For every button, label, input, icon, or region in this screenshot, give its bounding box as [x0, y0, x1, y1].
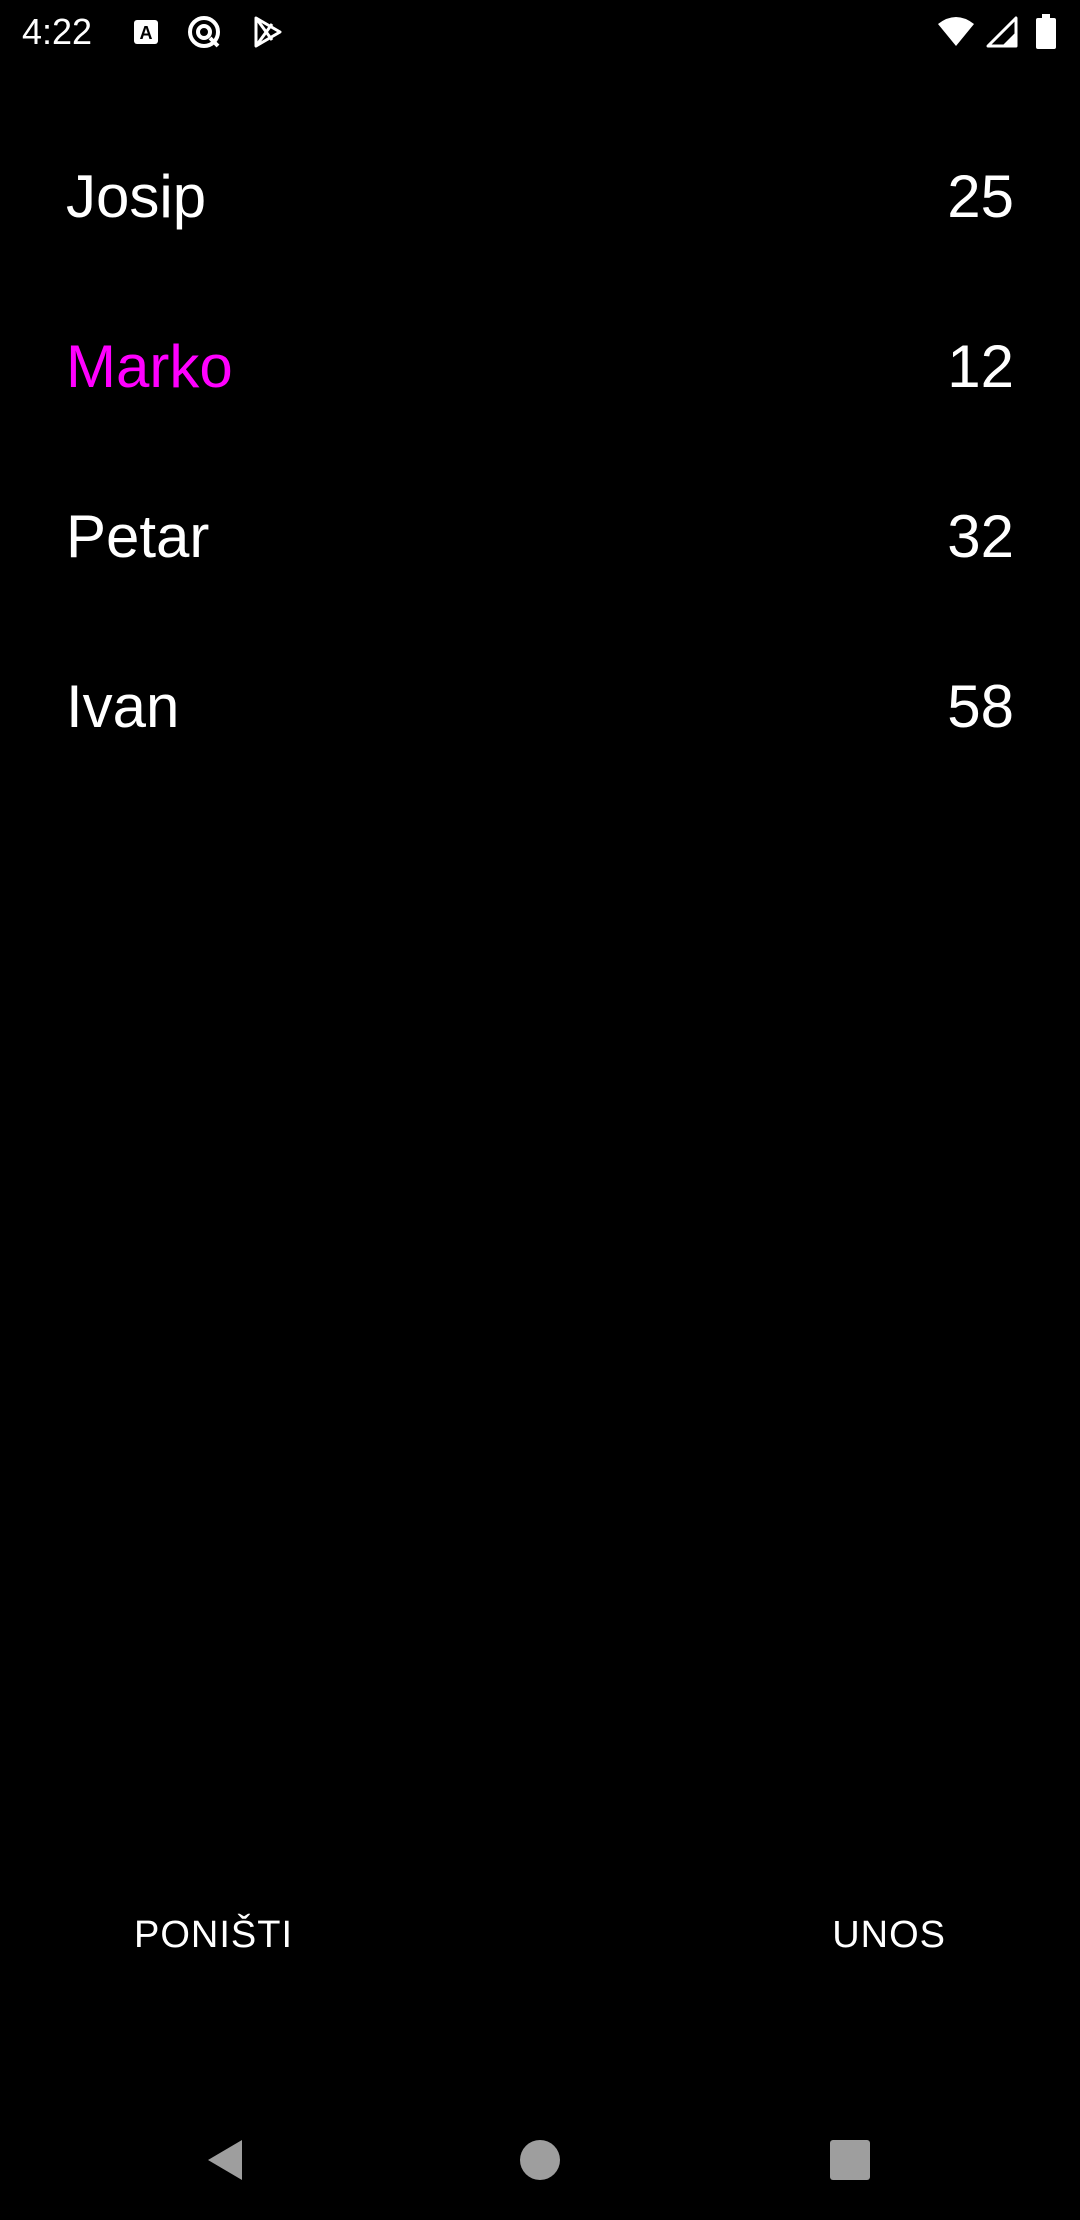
status-time: 4:22 — [22, 11, 93, 52]
recents-icon[interactable] — [820, 2130, 880, 2190]
list-item[interactable]: Josip 25 — [0, 112, 1080, 282]
svg-text:A: A — [140, 23, 153, 43]
cell-signal-icon — [984, 14, 1020, 50]
people-list: Josip 25 Marko 12 Petar 32 Ivan 58 — [0, 112, 1080, 792]
screen: 4:22 A Josip 25 Marko 12 Petar 32 Ivan 5… — [0, 0, 1080, 2220]
list-item[interactable]: Petar 32 — [0, 452, 1080, 622]
cancel-button[interactable]: PONIŠTI — [114, 1900, 313, 1970]
status-bar: 4:22 A — [0, 0, 1080, 64]
item-name: Josip — [66, 163, 207, 230]
item-value: 58 — [947, 673, 1014, 740]
list-item[interactable]: Ivan 58 — [0, 622, 1080, 792]
item-name: Ivan — [66, 673, 180, 740]
wifi-icon — [936, 14, 976, 50]
item-name: Petar — [66, 503, 210, 570]
battery-icon — [1034, 14, 1058, 50]
navigation-bar — [0, 2100, 1080, 2220]
list-item[interactable]: Marko 12 — [0, 282, 1080, 452]
play-store-icon — [250, 14, 286, 50]
item-value: 12 — [947, 333, 1014, 400]
item-value: 32 — [947, 503, 1014, 570]
sync-blocked-icon — [186, 14, 222, 50]
item-value: 25 — [947, 163, 1014, 230]
home-icon[interactable] — [510, 2130, 570, 2190]
submit-button[interactable]: UNOS — [812, 1900, 966, 1970]
item-name-selected: Marko — [66, 333, 233, 400]
font-a-icon: A — [128, 14, 164, 50]
back-icon[interactable] — [196, 2130, 256, 2190]
